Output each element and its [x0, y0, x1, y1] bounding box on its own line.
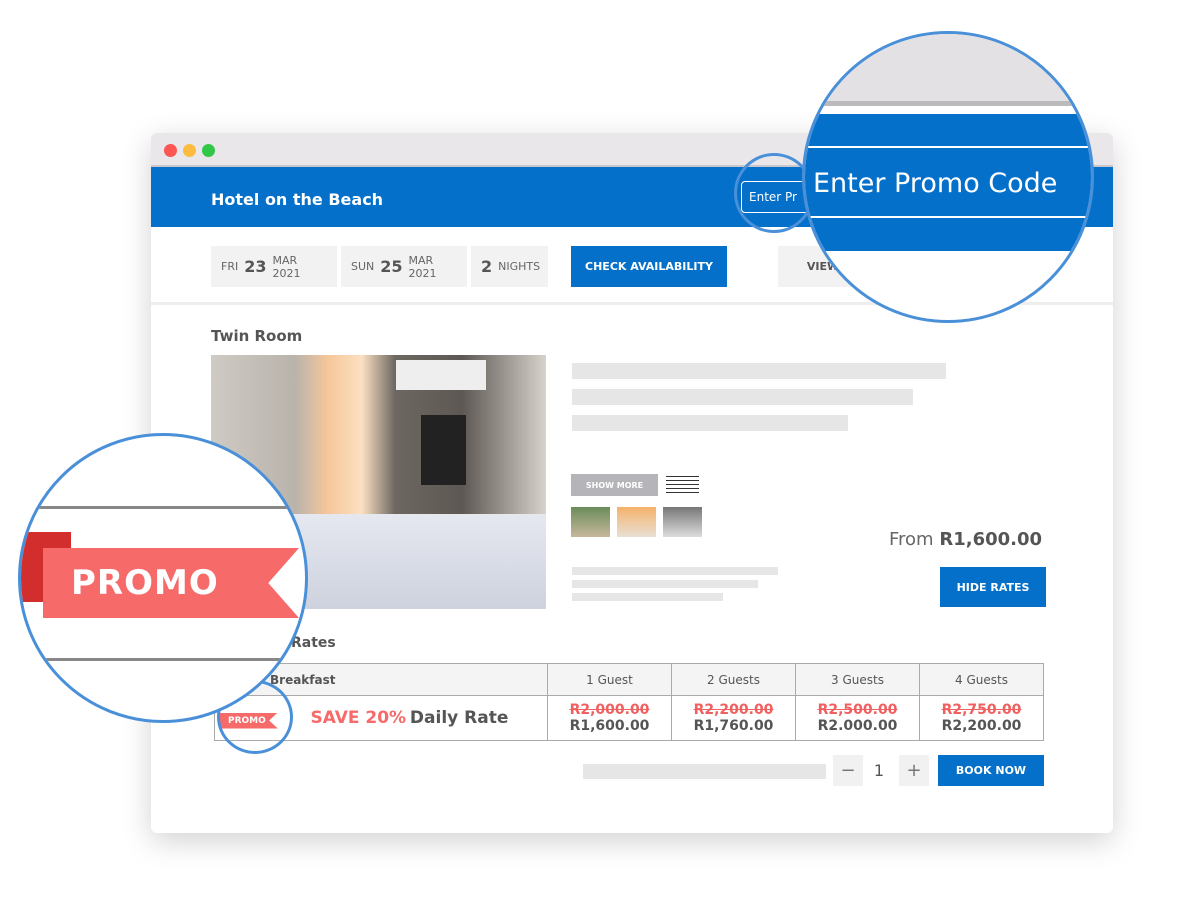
- nights-number: 2: [481, 257, 493, 276]
- guests-header: 3 Guests: [795, 663, 920, 696]
- save-label: SAVE 20%: [310, 707, 407, 728]
- maximize-window-icon[interactable]: [202, 144, 215, 157]
- from-price: From R1,600.00: [889, 529, 1042, 550]
- old-price: R2,500.00: [817, 702, 898, 718]
- promo-input-magnifier: Enter Promo Code: [802, 31, 1094, 323]
- guests-header: 4 Guests: [919, 663, 1044, 696]
- text-placeholder: [572, 580, 758, 588]
- thumbnail[interactable]: [617, 507, 656, 537]
- close-window-icon[interactable]: [164, 144, 177, 157]
- quantity-value[interactable]: 1: [867, 761, 891, 780]
- price-cell[interactable]: R2,000.00 R1,600.00: [547, 695, 672, 741]
- promo-ribbon: PROMO: [43, 548, 299, 618]
- checkout-month: MAR 2021: [408, 253, 437, 280]
- nights-count[interactable]: 2 NIGHTS: [471, 246, 548, 287]
- price-cell[interactable]: R2,750.00 R2,200.00: [919, 695, 1044, 741]
- text-placeholder: [572, 567, 778, 575]
- checkin-month: MAR 2021: [272, 253, 301, 280]
- new-price: R1,600.00: [569, 718, 650, 734]
- text-placeholder: [572, 415, 848, 431]
- checkout-date[interactable]: SUN 25 MAR 2021: [341, 246, 467, 287]
- nights-label: NIGHTS: [498, 260, 541, 273]
- checkout-weekday: SUN: [351, 260, 375, 273]
- checkout-day: 25: [380, 257, 403, 276]
- minimize-window-icon[interactable]: [183, 144, 196, 157]
- checkin-weekday: FRI: [221, 260, 239, 273]
- room-title: Twin Room: [211, 327, 303, 345]
- checkin-day: 23: [244, 257, 267, 276]
- increment-button[interactable]: +: [899, 755, 929, 786]
- from-label: From: [889, 529, 934, 550]
- hotel-name: Hotel on the Beach: [211, 190, 384, 209]
- wall-art: [421, 415, 466, 485]
- text-placeholder: [572, 389, 913, 405]
- price-cell[interactable]: R2,500.00 R2.000.00: [795, 695, 920, 741]
- new-price: R1,760.00: [693, 718, 774, 734]
- old-price: R2,200.00: [693, 702, 774, 718]
- air-conditioner: [396, 360, 486, 390]
- book-now-button[interactable]: BOOK NOW: [938, 755, 1044, 786]
- text-placeholder: [572, 363, 946, 379]
- text-placeholder: [572, 593, 723, 601]
- rates-title: Rates: [291, 635, 336, 651]
- checkin-date[interactable]: FRI 23 MAR 2021: [211, 246, 337, 287]
- rate-name: Daily Rate: [409, 707, 509, 728]
- price-cell[interactable]: R2,200.00 R1,760.00: [671, 695, 796, 741]
- rate-row[interactable]: PROMO SAVE 20% Daily Rate R2,000.00 R1,60…: [214, 695, 1044, 741]
- guests-header: 1 Guest: [547, 663, 672, 696]
- guests-header: 2 Guests: [671, 663, 796, 696]
- promo-code-input-zoomed: Enter Promo Code: [805, 146, 1091, 218]
- thumbnail[interactable]: [663, 507, 702, 537]
- promo-tag-magnifier: PROMO: [18, 433, 308, 723]
- old-price: R2,750.00: [941, 702, 1022, 718]
- old-price: R2,000.00: [569, 702, 650, 718]
- new-price: R2,200.00: [941, 718, 1022, 734]
- from-amount: R1,600.00: [939, 529, 1043, 550]
- thumbnail[interactable]: [571, 507, 610, 537]
- rates-table: Breakfast 1 Guest 2 Guests 3 Guests 4 Gu…: [214, 663, 1044, 741]
- decrement-button[interactable]: −: [833, 755, 863, 786]
- check-availability-button[interactable]: CHECK AVAILABILITY: [571, 246, 727, 287]
- show-more-button[interactable]: SHOW MORE: [571, 474, 658, 496]
- new-price: R2.000.00: [817, 718, 898, 734]
- hide-rates-button[interactable]: HIDE RATES: [940, 567, 1046, 607]
- text-placeholder: [583, 764, 826, 779]
- list-icon[interactable]: [666, 476, 699, 494]
